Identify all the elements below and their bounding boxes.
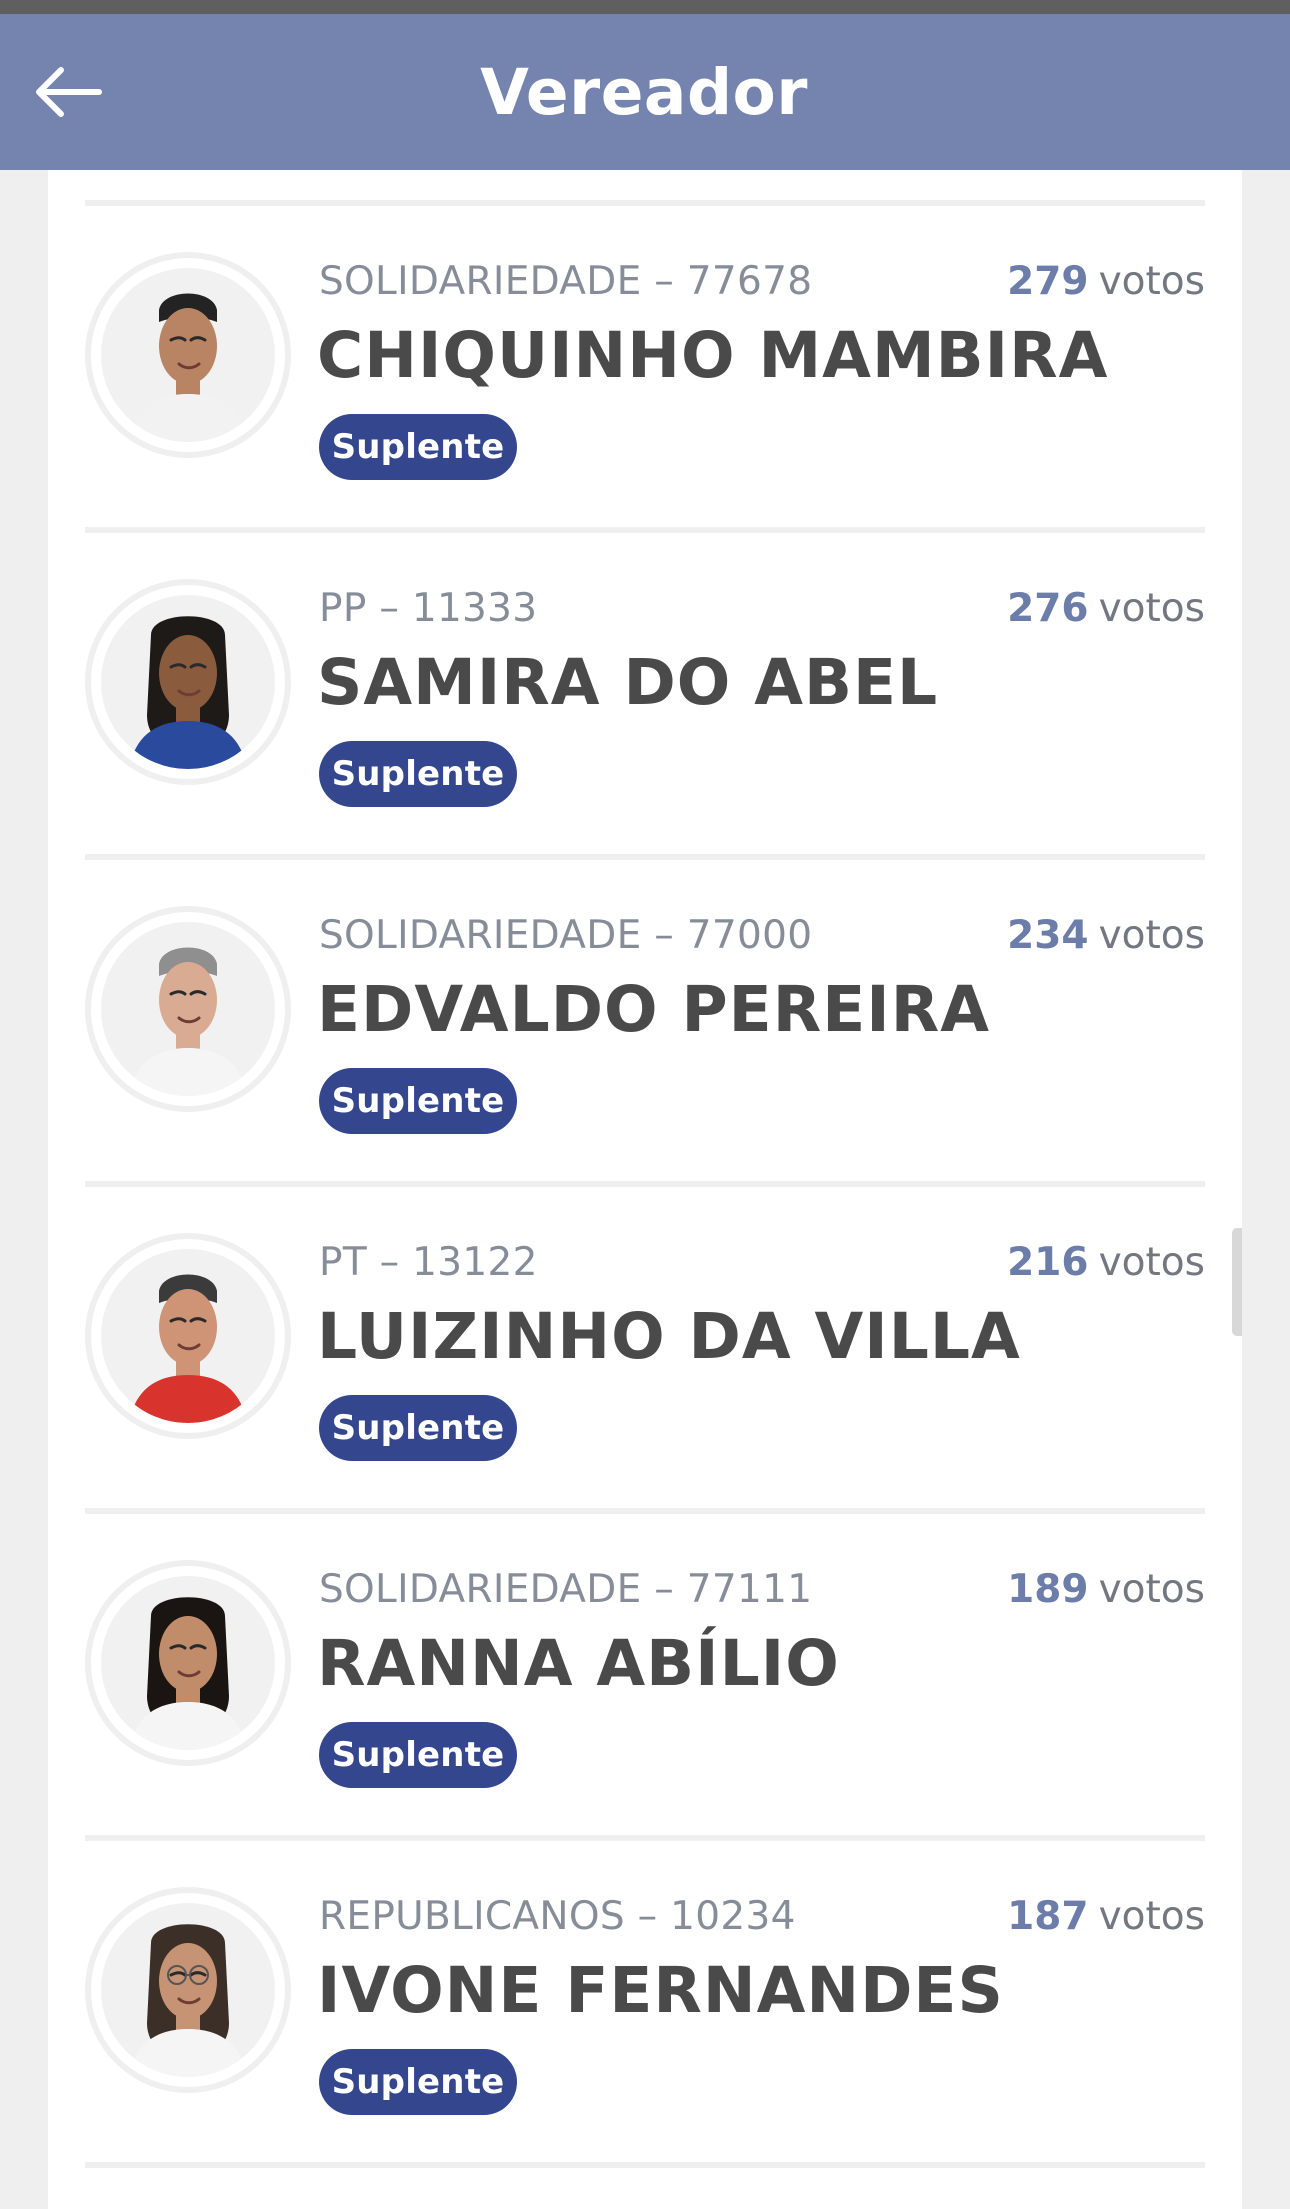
candidate-photo: [101, 1576, 275, 1750]
vote-count: 216 votos: [1007, 1237, 1205, 1289]
votes-number: 216: [1007, 1240, 1089, 1285]
votes-label: votos: [1098, 1240, 1205, 1285]
status-badge: Suplente: [319, 1395, 517, 1461]
candidate-card[interactable]: SOLIDARIEDADE – 77000 234 votos EDVALDO P…: [85, 860, 1205, 1181]
candidate-list-container: SOLIDARIEDADE – 77678 279 votos CHIQUINHO…: [48, 170, 1242, 2209]
party-and-number: REPUBLICANOS – 10234: [319, 1894, 796, 1939]
votes-label: votos: [1098, 586, 1205, 631]
candidate-name: RANNA ABÍLIO: [317, 1627, 840, 1700]
votes-label: votos: [1098, 913, 1205, 958]
votes-number: 234: [1007, 913, 1089, 958]
status-badge: Suplente: [319, 1068, 517, 1134]
candidate-name: IVONE FERNANDES: [317, 1954, 1004, 2027]
candidate-list: SOLIDARIEDADE – 77678 279 votos CHIQUINHO…: [85, 200, 1205, 2168]
back-button[interactable]: [30, 64, 106, 120]
top-status-strip: [0, 0, 1290, 14]
vote-count: 279 votos: [1007, 256, 1205, 308]
candidate-avatar: [85, 1233, 291, 1439]
candidate-card[interactable]: REPUBLICANOS – 10234 187 votos IVONE FERN…: [85, 1841, 1205, 2162]
candidate-avatar: [85, 1887, 291, 2093]
votes-number: 189: [1007, 1567, 1089, 1612]
candidate-photo: [101, 1249, 275, 1423]
vote-count: 187 votos: [1007, 1891, 1205, 1943]
status-badge: Suplente: [319, 2049, 517, 2115]
votes-number: 276: [1007, 586, 1089, 631]
app-header: Vereador: [0, 14, 1290, 170]
candidate-avatar: [85, 252, 291, 458]
party-and-number: SOLIDARIEDADE – 77678: [319, 259, 813, 304]
candidate-photo: [101, 268, 275, 442]
votes-number: 187: [1007, 1894, 1089, 1939]
votes-label: votos: [1098, 259, 1205, 304]
party-and-number: SOLIDARIEDADE – 77000: [319, 913, 813, 958]
list-divider: [85, 2162, 1205, 2168]
votes-label: votos: [1098, 1567, 1205, 1612]
status-badge: Suplente: [319, 741, 517, 807]
votes-label: votos: [1098, 1894, 1205, 1939]
scrollbar[interactable]: [1232, 1228, 1242, 1336]
candidate-card[interactable]: PP – 11333 276 votos SAMIRA DO ABEL Suple…: [85, 533, 1205, 854]
candidate-photo: [101, 1903, 275, 2077]
arrow-left-icon: [36, 67, 102, 117]
party-and-number: PT – 13122: [319, 1240, 538, 1285]
candidate-name: CHIQUINHO MAMBIRA: [317, 319, 1109, 392]
candidate-photo: [101, 922, 275, 1096]
status-badge: Suplente: [319, 414, 517, 480]
candidate-card[interactable]: PT – 13122 216 votos LUIZINHO DA VILLA Su…: [85, 1187, 1205, 1508]
party-and-number: PP – 11333: [319, 586, 538, 631]
candidate-card[interactable]: SOLIDARIEDADE – 77111 189 votos RANNA ABÍ…: [85, 1514, 1205, 1835]
candidate-avatar: [85, 579, 291, 785]
votes-number: 279: [1007, 259, 1089, 304]
vote-count: 234 votos: [1007, 910, 1205, 962]
candidate-name: SAMIRA DO ABEL: [317, 646, 939, 719]
party-and-number: SOLIDARIEDADE – 77111: [319, 1567, 813, 1612]
candidate-avatar: [85, 906, 291, 1112]
candidate-name: EDVALDO PEREIRA: [317, 973, 990, 1046]
page-title: Vereador: [480, 55, 808, 129]
candidate-name: LUIZINHO DA VILLA: [317, 1300, 1021, 1373]
vote-count: 276 votos: [1007, 583, 1205, 635]
candidate-avatar: [85, 1560, 291, 1766]
candidate-photo: [101, 595, 275, 769]
status-badge: Suplente: [319, 1722, 517, 1788]
vote-count: 189 votos: [1007, 1564, 1205, 1616]
candidate-card[interactable]: SOLIDARIEDADE – 77678 279 votos CHIQUINHO…: [85, 206, 1205, 527]
